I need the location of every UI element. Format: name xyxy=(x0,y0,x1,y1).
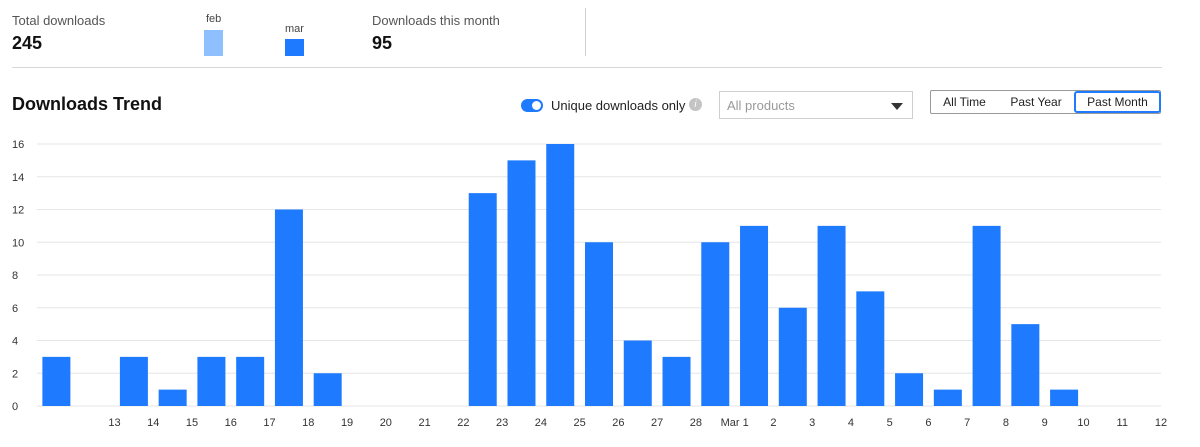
x-tick-label: 10 xyxy=(1077,417,1089,429)
x-tick-label: 4 xyxy=(848,417,854,429)
total-downloads-label: Total downloads xyxy=(12,13,106,28)
range-all-time-button[interactable]: All Time xyxy=(931,91,998,113)
bar-19[interactable] xyxy=(778,307,807,406)
chart-title: Downloads Trend xyxy=(12,94,163,114)
x-tick-label: 5 xyxy=(887,417,893,429)
info-icon[interactable]: i xyxy=(689,98,702,111)
x-tick-label: 7 xyxy=(964,417,970,429)
range-past-month-button[interactable]: Past Month xyxy=(1074,91,1161,113)
bar-17[interactable] xyxy=(701,242,730,406)
bar-3[interactable] xyxy=(158,389,187,406)
x-tick-label: 14 xyxy=(147,417,159,429)
bar-16[interactable] xyxy=(662,356,691,406)
y-tick-label: 16 xyxy=(12,139,24,151)
bar-25[interactable] xyxy=(1011,324,1040,406)
bar-15[interactable] xyxy=(623,340,652,407)
bar-24[interactable] xyxy=(972,225,1001,406)
month-downloads-label: Downloads this month xyxy=(372,13,500,28)
x-tick-label: 17 xyxy=(263,417,275,429)
x-tick-label: 23 xyxy=(496,417,508,429)
legend-mar-swatch xyxy=(285,39,304,56)
legend-feb-swatch xyxy=(204,30,223,56)
x-tick-label: 25 xyxy=(573,417,585,429)
x-tick-label: 16 xyxy=(225,417,237,429)
y-tick-label: 8 xyxy=(12,270,18,282)
bar-13[interactable] xyxy=(546,144,575,406)
y-tick-label: 12 xyxy=(12,205,24,217)
bar-0[interactable] xyxy=(42,356,71,406)
chevron-down-icon xyxy=(891,103,903,110)
product-select[interactable]: All products xyxy=(719,91,913,119)
bar-20[interactable] xyxy=(817,225,846,406)
bar-7[interactable] xyxy=(313,373,342,406)
range-toggle-group: All Time Past Year Past Month xyxy=(930,90,1161,114)
range-past-year-button[interactable]: Past Year xyxy=(998,91,1074,113)
header-divider xyxy=(585,8,586,56)
x-tick-label: 27 xyxy=(651,417,663,429)
x-tick-label: 26 xyxy=(612,417,624,429)
x-tick-label: 22 xyxy=(457,417,469,429)
x-tick-label: 6 xyxy=(925,417,931,429)
x-tick-label: 11 xyxy=(1117,417,1128,429)
bar-23[interactable] xyxy=(933,389,962,406)
bar-18[interactable] xyxy=(740,225,769,406)
bar-22[interactable] xyxy=(895,373,924,406)
y-tick-label: 10 xyxy=(12,237,24,249)
bar-11[interactable] xyxy=(468,193,497,406)
x-tick-label: 9 xyxy=(1042,417,1048,429)
x-tick-label: Mar 1 xyxy=(721,417,749,429)
x-tick-label: 18 xyxy=(302,417,314,429)
x-tick-label: 13 xyxy=(108,417,120,429)
y-tick-label: 2 xyxy=(12,368,18,380)
total-downloads-value: 245 xyxy=(12,33,43,53)
legend-mar-label: mar xyxy=(285,23,304,35)
x-tick-label: 15 xyxy=(186,417,198,429)
y-tick-label: 6 xyxy=(12,303,18,315)
x-tick-label: 3 xyxy=(809,417,815,429)
bar-4[interactable] xyxy=(197,356,226,406)
bar-14[interactable] xyxy=(585,242,613,406)
bar-2[interactable] xyxy=(119,356,148,406)
unique-downloads-toggle[interactable] xyxy=(521,99,543,112)
x-tick-label: 21 xyxy=(418,417,430,429)
x-tick-label: 20 xyxy=(380,417,392,429)
x-tick-label: 28 xyxy=(690,417,702,429)
y-tick-label: 0 xyxy=(12,401,18,413)
month-downloads-value: 95 xyxy=(372,33,393,53)
x-tick-label: 8 xyxy=(1003,417,1009,429)
toggle-knob xyxy=(532,101,541,110)
bar-6[interactable] xyxy=(274,209,303,407)
y-tick-label: 4 xyxy=(12,336,18,348)
unique-downloads-label: Unique downloads only xyxy=(551,98,686,113)
bar-5[interactable] xyxy=(236,356,265,406)
legend-feb-label: feb xyxy=(206,13,222,25)
x-tick-label: 24 xyxy=(535,417,547,429)
x-tick-label: 2 xyxy=(770,417,776,429)
bar-26[interactable] xyxy=(1050,389,1079,406)
bar-21[interactable] xyxy=(856,291,885,406)
y-tick-label: 14 xyxy=(12,172,24,184)
downloads-trend-chart: 024681012141613 14 15 16 17 18 19 20 21 22 23 24 25 2… xyxy=(12,139,1167,429)
bar-12[interactable] xyxy=(507,160,536,406)
x-tick-label: 19 xyxy=(341,417,353,429)
x-tick-label: 12 xyxy=(1155,417,1167,429)
section-divider xyxy=(12,67,1162,68)
product-select-value: All products xyxy=(727,98,795,113)
